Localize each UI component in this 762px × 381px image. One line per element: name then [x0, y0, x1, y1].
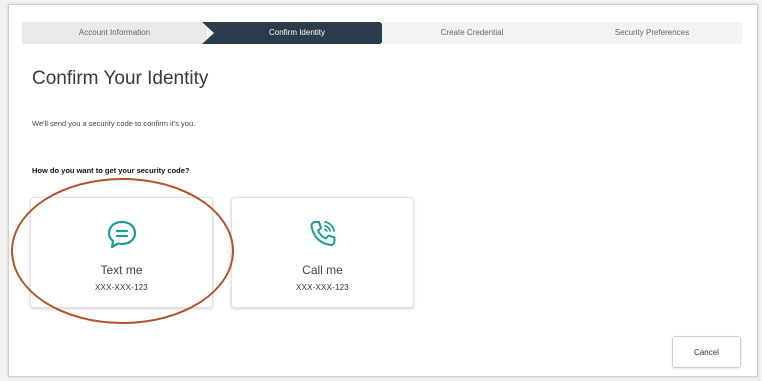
step-confirm-identity: Confirm Identity: [202, 22, 392, 44]
call-me-option[interactable]: Call me XXX-XXX-123: [231, 197, 414, 308]
option-phone-number: XXX-XXX-123: [95, 283, 148, 292]
page-subtitle: We'll send you a security code to confir…: [32, 119, 196, 128]
identity-panel: [8, 4, 758, 377]
option-phone-number: XXX-XXX-123: [296, 283, 349, 292]
option-label: Call me: [302, 263, 343, 277]
phone-call-icon: [309, 221, 335, 247]
progress-stepper: Account Information Confirm Identity Cre…: [22, 22, 742, 44]
chat-bubble-icon: [107, 220, 136, 249]
cancel-button[interactable]: Cancel: [672, 336, 741, 368]
step-account-information: Account Information: [22, 22, 207, 44]
step-create-credential: Create Credential: [382, 22, 562, 44]
option-label: Text me: [100, 263, 143, 277]
step-security-preferences: Security Preferences: [562, 22, 742, 44]
delivery-method-question: How do you want to get your security cod…: [32, 166, 190, 175]
page-title: Confirm Your Identity: [32, 68, 209, 89]
text-me-option[interactable]: Text me XXX-XXX-123: [30, 197, 213, 308]
